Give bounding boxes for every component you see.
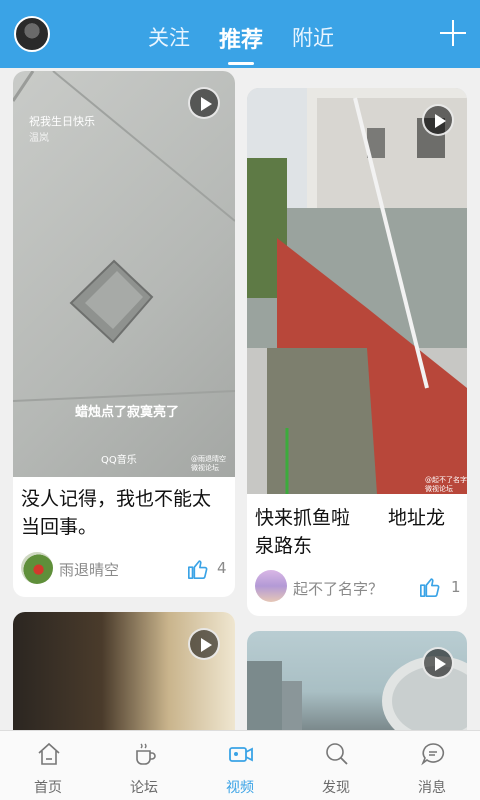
- video-card[interactable]: 祝我生日快乐 温岚 蜡烛点了寂寞亮了 QQ音乐 @雨退晴空 微视论坛 没人记得，…: [13, 71, 235, 597]
- video-thumbnail[interactable]: [13, 612, 235, 730]
- cup-icon: [136, 743, 156, 765]
- like-count: 4: [217, 559, 227, 577]
- overlay-brand: QQ音乐: [101, 455, 137, 466]
- card-title[interactable]: 快来抓鱼啦 地址龙泉路东: [255, 504, 461, 560]
- nav-label: 论坛: [130, 780, 158, 796]
- video-card[interactable]: [13, 612, 235, 730]
- author-name[interactable]: 起不了名字？: [293, 578, 383, 599]
- home-icon: [38, 742, 60, 765]
- video-thumbnail[interactable]: [247, 631, 467, 730]
- nav-label: 视频: [226, 780, 254, 796]
- video-feed[interactable]: 祝我生日快乐 温岚 蜡烛点了寂寞亮了 QQ音乐 @雨退晴空 微视论坛 没人记得，…: [0, 68, 480, 730]
- nav-home[interactable]: 首页: [0, 731, 96, 800]
- message-icon: [421, 743, 445, 766]
- nav-forum[interactable]: 论坛: [96, 731, 192, 800]
- tab-nearby[interactable]: 附近: [292, 22, 334, 52]
- overlay-watermark: @起不了名字? 微视论坛: [425, 476, 467, 493]
- top-header: 关注 推荐 附近: [0, 0, 480, 68]
- city-image: [247, 656, 467, 730]
- flooded-street-image: [247, 88, 467, 494]
- card-title[interactable]: 没人记得，我也不能太当回事。: [21, 485, 229, 541]
- nav-discover[interactable]: 发现: [288, 731, 384, 800]
- plus-icon[interactable]: [440, 20, 466, 46]
- like-count: 1: [451, 578, 461, 596]
- video-icon: [229, 747, 253, 762]
- overlay-caption: 蜡烛点了寂寞亮了: [75, 405, 180, 420]
- author-avatar[interactable]: [21, 552, 53, 584]
- nav-video[interactable]: 视频: [192, 731, 288, 800]
- search-icon: [326, 743, 348, 765]
- nav-label: 首页: [34, 780, 62, 796]
- play-icon[interactable]: [188, 628, 220, 660]
- tab-recommend[interactable]: 推荐: [219, 22, 263, 54]
- author-avatar[interactable]: [255, 570, 287, 602]
- nav-messages[interactable]: 消息: [384, 731, 480, 800]
- top-tabs: 关注 推荐 附近: [0, 0, 480, 68]
- thumbs-up-icon[interactable]: [187, 558, 209, 580]
- overlay-watermark: @雨退晴空 微视论坛: [191, 455, 226, 472]
- overlay-song-title: 祝我生日快乐: [29, 115, 95, 128]
- overlay-song-artist: 温岚: [29, 133, 49, 144]
- video-card[interactable]: [247, 631, 467, 730]
- video-thumbnail[interactable]: @起不了名字? 微视论坛: [247, 88, 467, 494]
- tab-follow[interactable]: 关注: [148, 22, 190, 52]
- video-thumbnail[interactable]: 祝我生日快乐 温岚 蜡烛点了寂寞亮了 QQ音乐 @雨退晴空 微视论坛: [13, 71, 235, 477]
- play-icon[interactable]: [422, 647, 454, 679]
- tab-indicator: [228, 62, 254, 65]
- bottom-nav: 首页 论坛 视频 发现 消息: [0, 730, 480, 800]
- author-name[interactable]: 雨退晴空: [59, 559, 119, 580]
- play-icon[interactable]: [422, 104, 454, 136]
- nav-label: 消息: [418, 780, 446, 796]
- thumbs-up-icon[interactable]: [419, 576, 441, 598]
- play-icon[interactable]: [188, 87, 220, 119]
- video-card[interactable]: @起不了名字? 微视论坛 快来抓鱼啦 地址龙泉路东 起不了名字？ 1: [247, 88, 467, 616]
- nav-label: 发现: [322, 780, 350, 796]
